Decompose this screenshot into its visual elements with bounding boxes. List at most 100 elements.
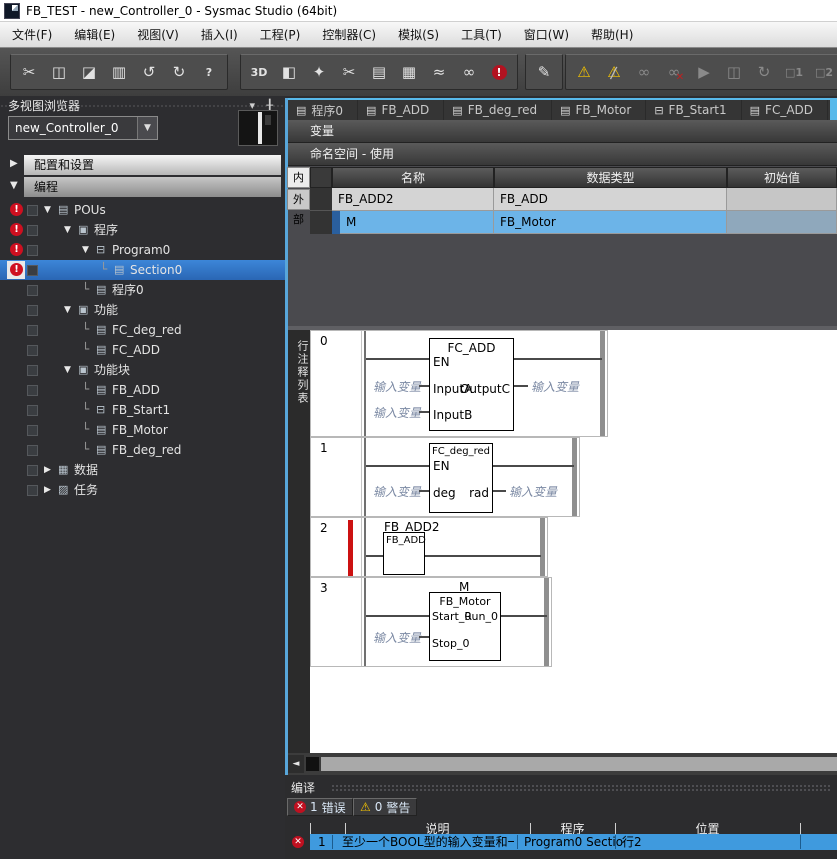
- tab-program0[interactable]: ▤ 程序0: [288, 100, 358, 120]
- side-tab-external[interactable]: 外部: [287, 189, 310, 210]
- tree-item-program0[interactable]: ! ▼ ⊟ Program0: [0, 240, 285, 260]
- tree-item-section0[interactable]: ! └ ▤ Section0: [0, 260, 285, 280]
- tree-checkbox[interactable]: [27, 405, 38, 416]
- paste-icon[interactable]: ◪: [75, 58, 103, 86]
- refresh-icon[interactable]: ↻: [750, 58, 778, 86]
- edit-cut-icon[interactable]: ✂: [335, 58, 363, 86]
- var-type-cell[interactable]: FB_ADD: [494, 188, 727, 211]
- tree-item-functions[interactable]: ▼ ▣ 功能: [0, 300, 285, 320]
- tree-item-pous[interactable]: ! ▼ ▤ POUs: [0, 200, 285, 220]
- tree-checkbox[interactable]: [27, 345, 38, 356]
- pin-en[interactable]: EN: [433, 355, 450, 369]
- tree-item-fb-deg-red[interactable]: └ ▤ FB_deg_red: [0, 440, 285, 460]
- chevron-down-icon[interactable]: ▼: [137, 117, 157, 139]
- tab-fb-deg-red[interactable]: ▤ FB_deg_red: [444, 100, 552, 120]
- search-icon[interactable]: ∞: [455, 58, 483, 86]
- build-icon[interactable]: ⚠: [570, 58, 598, 86]
- chevron-down-icon[interactable]: ▼: [10, 180, 18, 191]
- error-list-icon[interactable]: !: [485, 58, 513, 86]
- abort-check-icon[interactable]: ∞✕: [660, 58, 688, 86]
- tree-checkbox[interactable]: [27, 485, 38, 496]
- go-online-icon[interactable]: ▶: [690, 58, 718, 86]
- tree-checkbox[interactable]: [27, 445, 38, 456]
- rung-0[interactable]: 0 FC_ADD EN InputA OutputC InputB 输入变量 输…: [310, 330, 608, 437]
- sync-icon[interactable]: ◫: [720, 58, 748, 86]
- namespace-bar[interactable]: 命名空间 - 使用: [288, 143, 837, 166]
- rung-comment-gutter[interactable]: 行注释列表: [288, 330, 310, 753]
- menu-file[interactable]: 文件(F): [12, 26, 52, 43]
- tree-item-fc-deg-red[interactable]: └ ▤ FC_deg_red: [0, 320, 285, 340]
- var-name-cell[interactable]: FB_ADD2: [332, 188, 494, 211]
- chevron-right-icon[interactable]: ▶: [10, 158, 18, 169]
- section-programming[interactable]: 编程: [24, 177, 281, 197]
- chevron-down-icon[interactable]: ▼: [64, 360, 71, 380]
- var-type-cell[interactable]: FB_Motor: [494, 211, 727, 234]
- output-placeholder[interactable]: 输入变量: [531, 378, 579, 395]
- chevron-down-icon[interactable]: ▼: [44, 200, 51, 220]
- redo-icon[interactable]: ↻: [165, 58, 193, 86]
- tree-checkbox[interactable]: [27, 465, 38, 476]
- tree-item-fb-motor[interactable]: └ ▤ FB_Motor: [0, 420, 285, 440]
- undo-icon[interactable]: ↺: [135, 58, 163, 86]
- tree-checkbox[interactable]: [27, 385, 38, 396]
- menu-edit[interactable]: 编辑(E): [74, 26, 115, 43]
- troubleshoot-icon[interactable]: ✎: [530, 58, 558, 86]
- tree-checkbox[interactable]: [27, 285, 38, 296]
- tree-item-fc-add[interactable]: └ ▤ FC_ADD: [0, 340, 285, 360]
- copy-icon[interactable]: ◫: [45, 58, 73, 86]
- rung-3[interactable]: 3 M FB_Motor Start_0 Run_0 Stop_0 输入变量: [310, 577, 552, 667]
- tree-checkbox[interactable]: [27, 325, 38, 336]
- pin-run0[interactable]: Run_0: [464, 610, 498, 623]
- 3d-view-icon[interactable]: 3D: [245, 58, 273, 86]
- tree-item-program0-doc[interactable]: └ ▤ 程序0: [0, 280, 285, 300]
- rebuild-icon[interactable]: ⚠∕: [600, 58, 628, 86]
- menu-help[interactable]: 帮助(H): [591, 26, 633, 43]
- variables-bar[interactable]: 变量: [288, 120, 837, 143]
- controller-select[interactable]: new_Controller_0 ▼: [8, 116, 158, 140]
- tab-fc-add[interactable]: ▤ FC_ADD: [742, 100, 828, 120]
- build-error-row[interactable]: 1 至少一个BOOL型的输入变量和一个 Program0 Sectio 行2: [310, 834, 837, 850]
- column-header-name[interactable]: 名称: [332, 167, 494, 188]
- tree-checkbox[interactable]: [27, 225, 38, 236]
- menu-project[interactable]: 工程(P): [260, 26, 301, 43]
- tree-checkbox[interactable]: [27, 205, 38, 216]
- tab-active-sliver[interactable]: [830, 100, 837, 120]
- fb-call-fc-add[interactable]: FC_ADD EN InputA OutputC InputB: [429, 338, 514, 431]
- horizontal-scrollbar[interactable]: ◄: [288, 753, 837, 775]
- fb-call-fb-add[interactable]: FB_ADD: [383, 532, 425, 575]
- pointer-tool-icon[interactable]: ✦: [305, 58, 333, 86]
- output-placeholder[interactable]: 输入变量: [509, 483, 557, 500]
- delete-icon[interactable]: ▥: [105, 58, 133, 86]
- warnings-filter-button[interactable]: ⚠ 0 警告: [353, 798, 417, 816]
- pin-deg[interactable]: deg: [433, 486, 456, 500]
- fb-call-fc-deg-red[interactable]: FC_deg_red EN deg rad: [429, 443, 493, 513]
- pin-rad[interactable]: rad: [469, 486, 489, 500]
- tree-item-data[interactable]: ▶ ▦ 数据: [0, 460, 285, 480]
- input-placeholder[interactable]: 输入变量: [373, 378, 421, 395]
- column-header-datatype[interactable]: 数据类型: [494, 167, 727, 188]
- tree-item-fb-start1[interactable]: └ ⊟ FB_Start1: [0, 400, 285, 420]
- errors-filter-button[interactable]: ✕ 1 错误: [287, 798, 353, 816]
- rung-1[interactable]: 1 FC_deg_red EN deg rad 输入变量 输入变量: [310, 437, 580, 517]
- tree-item-function-blocks[interactable]: ▼ ▣ 功能块: [0, 360, 285, 380]
- data-trace-icon[interactable]: ≈: [425, 58, 453, 86]
- tree-checkbox[interactable]: [27, 245, 38, 256]
- menu-insert[interactable]: 插入(I): [201, 26, 238, 43]
- monitor-1-icon[interactable]: □1: [780, 58, 808, 86]
- tree-checkbox[interactable]: [27, 305, 38, 316]
- section-configurations[interactable]: 配置和设置: [24, 155, 281, 175]
- help-icon[interactable]: ?: [195, 58, 223, 86]
- input-placeholder[interactable]: 输入变量: [373, 404, 421, 421]
- input-placeholder[interactable]: 输入变量: [373, 483, 421, 500]
- tree-checkbox[interactable]: [27, 425, 38, 436]
- chevron-right-icon[interactable]: ▶: [44, 460, 51, 480]
- menu-controller[interactable]: 控制器(C): [322, 26, 376, 43]
- watch-table-icon[interactable]: ▤: [365, 58, 393, 86]
- var-name-cell[interactable]: M: [340, 211, 494, 234]
- io-map-icon[interactable]: ▦: [395, 58, 423, 86]
- tab-fb-add[interactable]: ▤ FB_ADD: [358, 100, 444, 120]
- var-init-cell[interactable]: [727, 188, 837, 211]
- pin-stop0[interactable]: Stop_0: [432, 637, 470, 650]
- pin-en[interactable]: EN: [433, 459, 450, 473]
- side-tab-internal[interactable]: 内部: [287, 167, 310, 188]
